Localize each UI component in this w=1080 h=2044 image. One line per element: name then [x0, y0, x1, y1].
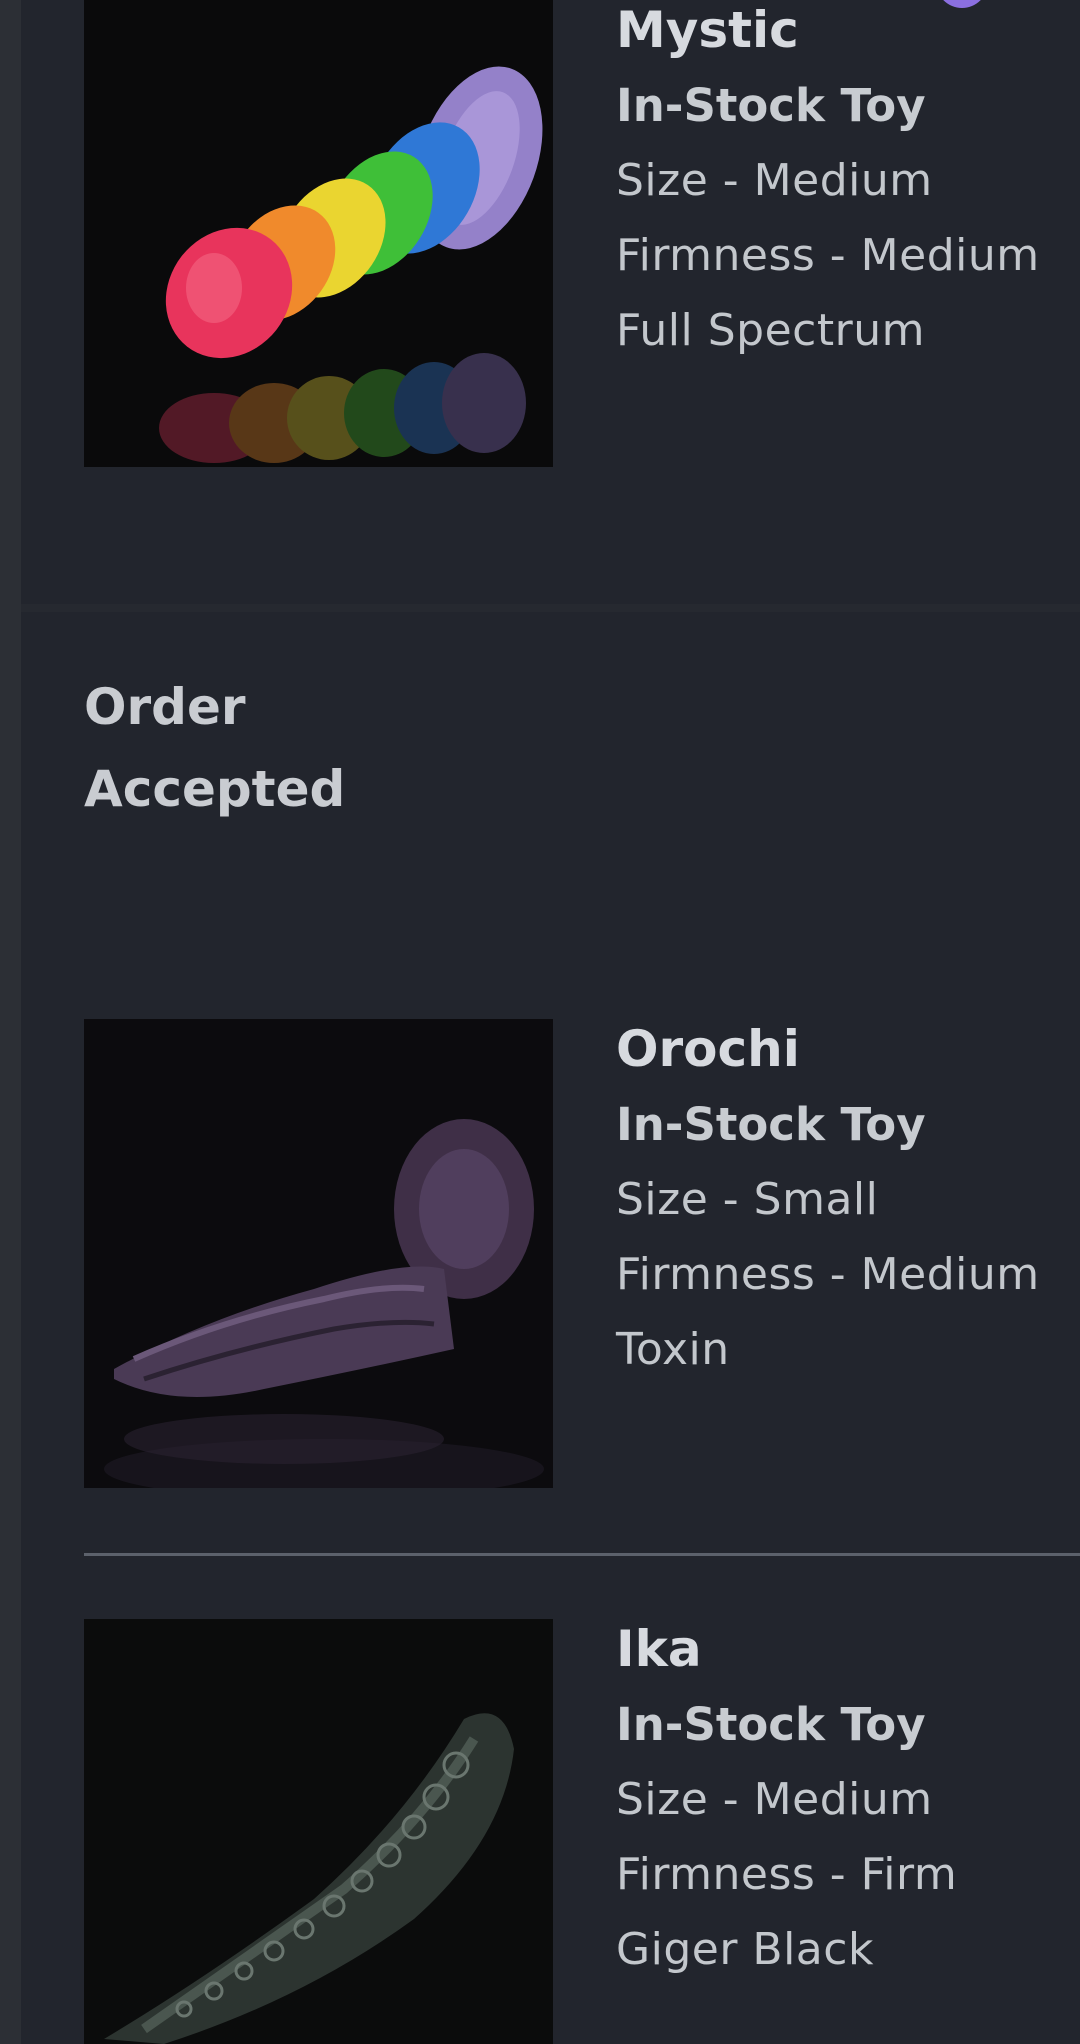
order-status-heading: Order Accepted: [84, 666, 504, 830]
product-name[interactable]: Mystic: [616, 0, 1080, 68]
product-firmness: Firmness - Medium: [616, 230, 1040, 281]
product-size: Size - Small: [616, 1174, 879, 1225]
product-name[interactable]: Orochi: [616, 1012, 1080, 1087]
product-size: Size - Medium: [616, 155, 933, 206]
product-image-mystic[interactable]: [84, 0, 553, 467]
product-color: Full Spectrum: [616, 305, 925, 356]
product-image-ika[interactable]: [84, 1619, 553, 2044]
product-firmness: Firmness - Medium: [616, 1249, 1040, 1300]
product-firmness: Firmness - Firm: [616, 1849, 958, 1900]
order-status-line1: Order: [84, 678, 246, 736]
order-status-line2: Accepted: [84, 760, 346, 818]
product-type: In-Stock Toy: [616, 79, 926, 132]
item-divider: [84, 1553, 1080, 1556]
product-color: Giger Black: [616, 1924, 874, 1975]
order-screen: Mystic In-Stock Toy Size - Medium Firmne…: [0, 0, 1080, 2044]
product-size: Size - Medium: [616, 1774, 933, 1825]
product-type: In-Stock Toy: [616, 1098, 926, 1151]
product-name[interactable]: Ika: [616, 1612, 1080, 1687]
product-info-mystic: Mystic In-Stock Toy Size - Medium Firmne…: [616, 0, 1080, 368]
left-gutter: [0, 0, 21, 2044]
product-type: In-Stock Toy: [616, 1698, 926, 1751]
product-info-orochi: Orochi In-Stock Toy Size - Small Firmnes…: [616, 1012, 1080, 1387]
product-image-orochi[interactable]: [84, 1019, 553, 1488]
panel-separator: [21, 604, 1080, 612]
product-color: Toxin: [616, 1324, 730, 1375]
product-info-ika: Ika In-Stock Toy Size - Medium Firmness …: [616, 1612, 1080, 1987]
